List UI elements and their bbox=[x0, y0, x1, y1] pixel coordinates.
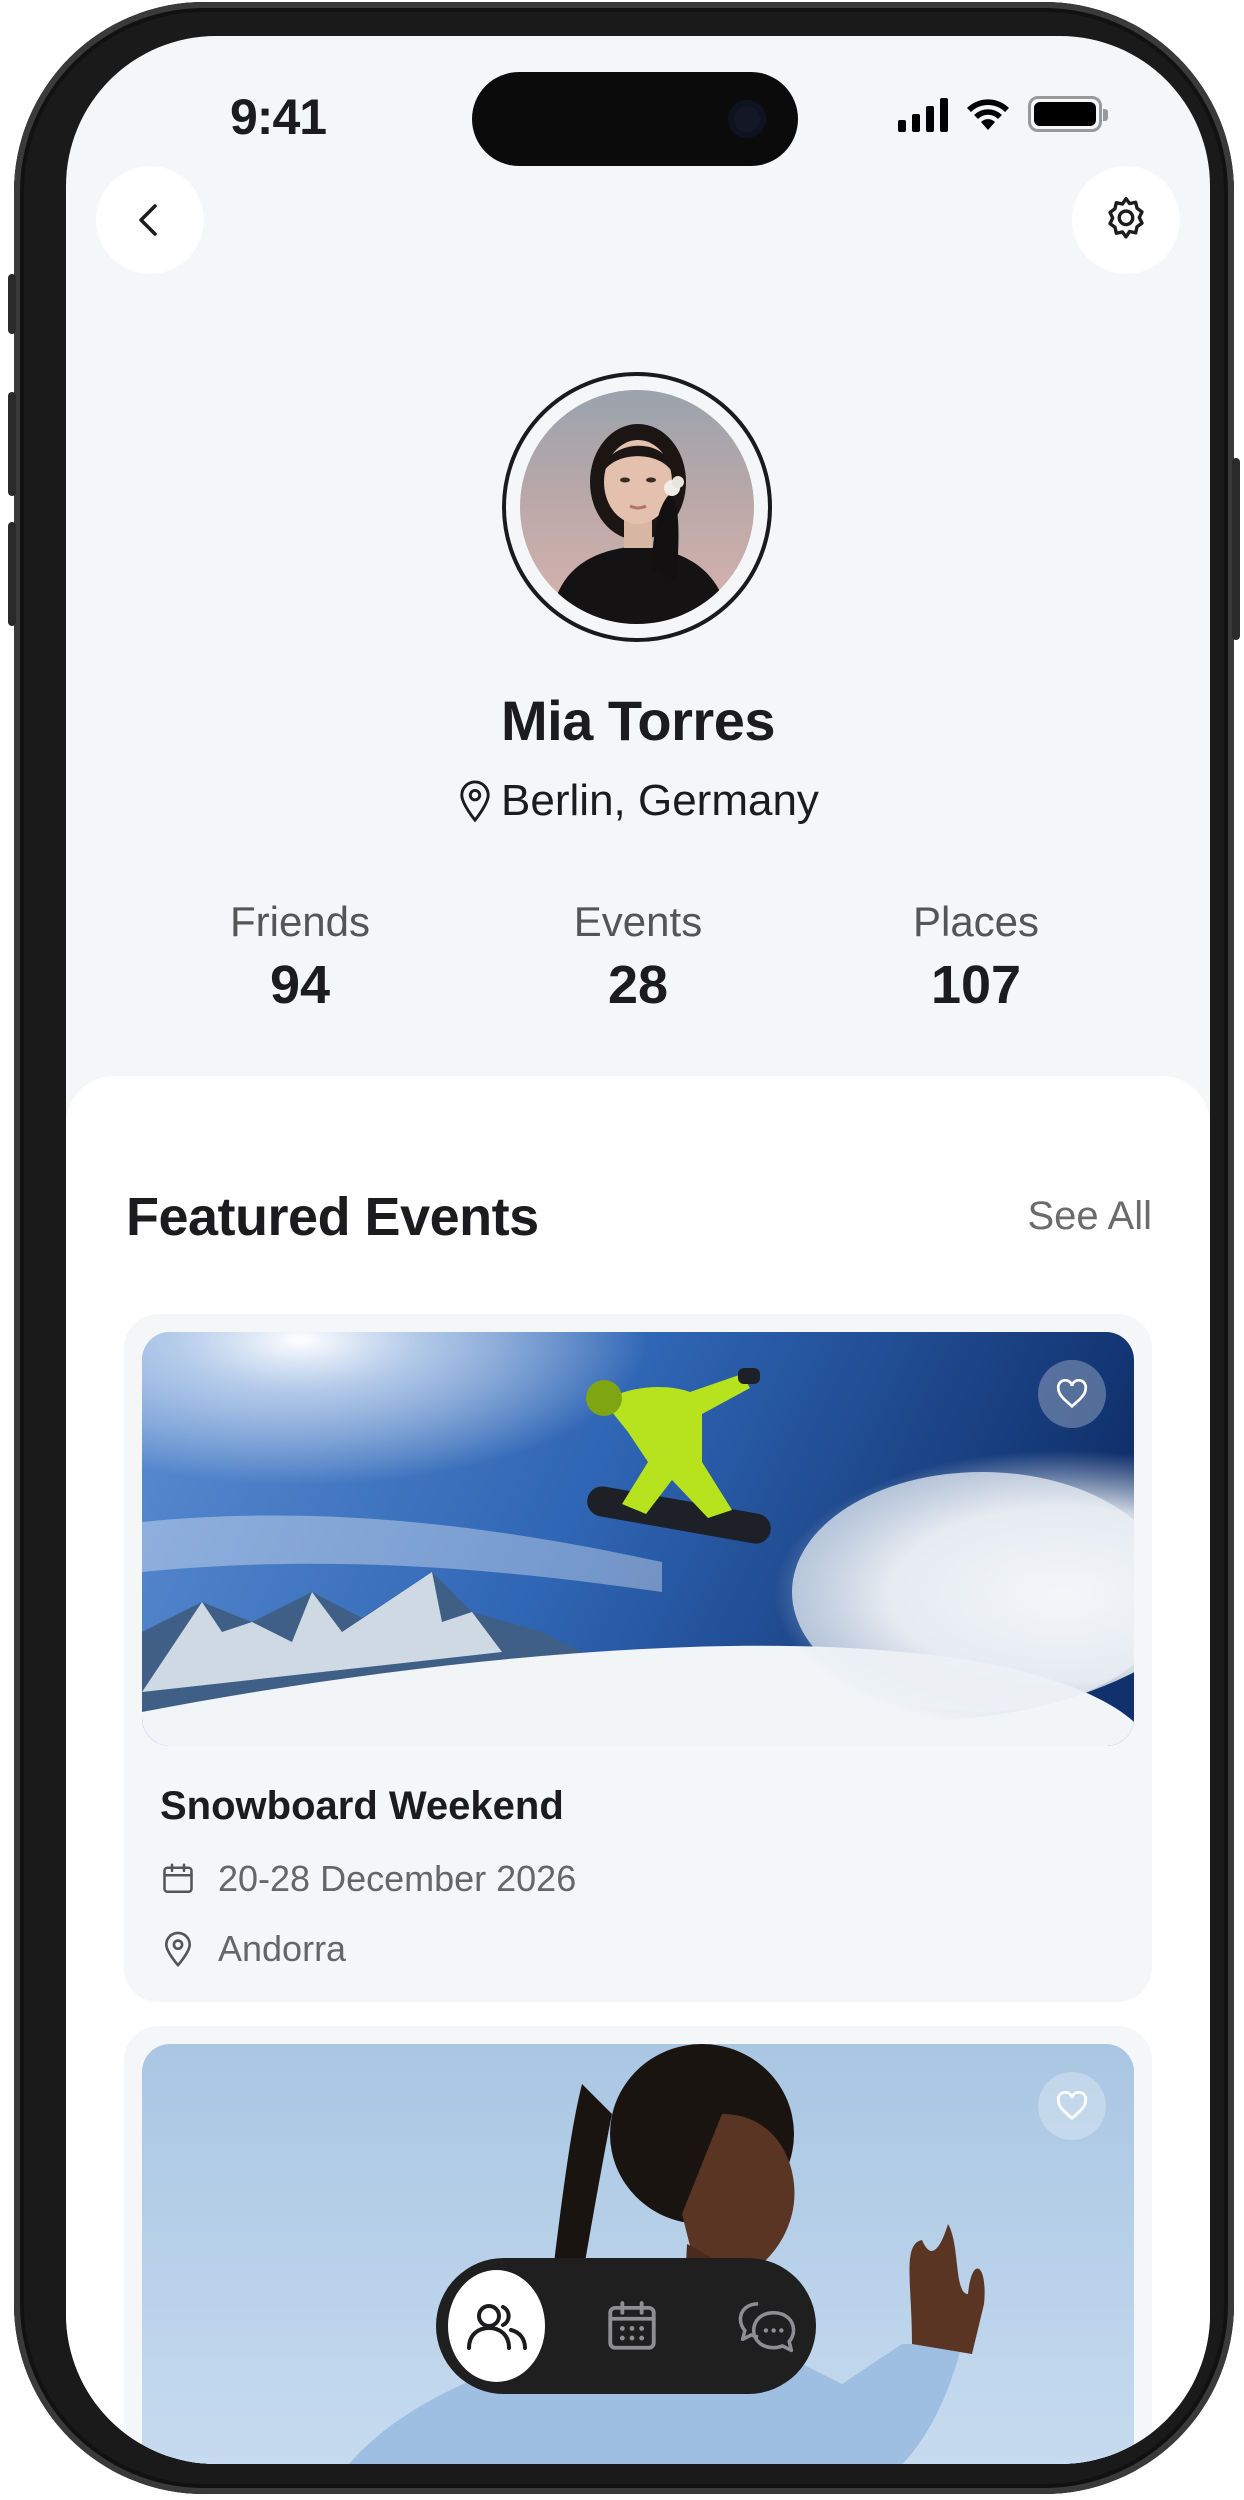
featured-events-section: Featured Events See All Snowboard Weeken… bbox=[66, 1076, 1210, 2464]
screen: 9:41 Mia Torres Berlin, Germany Friends … bbox=[66, 36, 1210, 2464]
event-location-text: Andorra bbox=[218, 1928, 347, 1969]
calendar-icon bbox=[163, 1863, 193, 1894]
event-card[interactable]: Snowboard Weekend 20-28 December 2026 An… bbox=[124, 1314, 1152, 2002]
heart-icon bbox=[1056, 2091, 1088, 2121]
event-location: Andorra bbox=[160, 1928, 346, 1970]
power-button bbox=[1232, 458, 1240, 640]
event-image-runner bbox=[142, 2044, 1134, 2464]
profile-name: Mia Torres bbox=[500, 689, 776, 752]
signal-icon bbox=[898, 96, 948, 132]
event-date: 20-28 December 2026 bbox=[160, 1858, 576, 1900]
tab-messages[interactable] bbox=[719, 2270, 816, 2382]
phone-frame: 9:41 Mia Torres Berlin, Germany Friends … bbox=[8, 2, 1240, 2494]
stat-value: 94 bbox=[269, 955, 331, 1015]
favorite-button[interactable] bbox=[1038, 1360, 1106, 1428]
heart-icon bbox=[1056, 1379, 1088, 1409]
stat-places[interactable]: Places 107 bbox=[856, 898, 1096, 1016]
location-pin-icon bbox=[164, 1931, 192, 1968]
tab-events[interactable] bbox=[583, 2270, 680, 2382]
status-time: 9:41 bbox=[230, 89, 327, 145]
avatar-photo bbox=[520, 390, 754, 624]
event-card[interactable] bbox=[124, 2026, 1152, 2464]
users-icon bbox=[466, 2304, 527, 2350]
event-date-text: 20-28 December 2026 bbox=[218, 1858, 577, 1899]
chat-icon bbox=[738, 2302, 796, 2353]
stat-label: Friends bbox=[229, 898, 371, 945]
status-icons bbox=[898, 96, 1108, 132]
favorite-button[interactable] bbox=[1038, 2072, 1106, 2140]
stat-label: Places bbox=[912, 898, 1040, 945]
wifi-icon bbox=[967, 99, 1009, 130]
volume-up-button bbox=[8, 392, 16, 496]
back-button[interactable] bbox=[96, 166, 204, 274]
stat-label: Events bbox=[573, 898, 703, 945]
gear-icon bbox=[1108, 196, 1144, 239]
location-text: Berlin, Germany bbox=[501, 776, 819, 825]
event-image-snowboard bbox=[142, 1332, 1134, 1746]
mute-switch bbox=[8, 274, 16, 334]
see-all-link[interactable]: See All bbox=[1027, 1194, 1152, 1239]
tab-friends[interactable] bbox=[448, 2270, 546, 2382]
battery-icon bbox=[1028, 96, 1108, 132]
stat-value: 28 bbox=[607, 955, 669, 1015]
stat-value: 107 bbox=[930, 955, 1022, 1015]
location-pin-icon bbox=[460, 780, 490, 823]
settings-button[interactable] bbox=[1072, 166, 1180, 274]
calendar-icon bbox=[608, 2301, 656, 2350]
bottom-tab-bar bbox=[436, 2258, 816, 2394]
avatar[interactable] bbox=[502, 372, 772, 642]
event-title: Snowboard Weekend bbox=[160, 1784, 564, 1828]
dynamic-island bbox=[472, 72, 798, 166]
front-camera bbox=[728, 100, 766, 138]
chevron-left-icon bbox=[139, 204, 157, 236]
profile-location: Berlin, Germany bbox=[66, 776, 1210, 826]
section-title: Featured Events bbox=[126, 1187, 539, 1247]
stat-friends[interactable]: Friends 94 bbox=[180, 898, 420, 1016]
volume-down-button bbox=[8, 522, 16, 626]
stat-events[interactable]: Events 28 bbox=[518, 898, 758, 1016]
